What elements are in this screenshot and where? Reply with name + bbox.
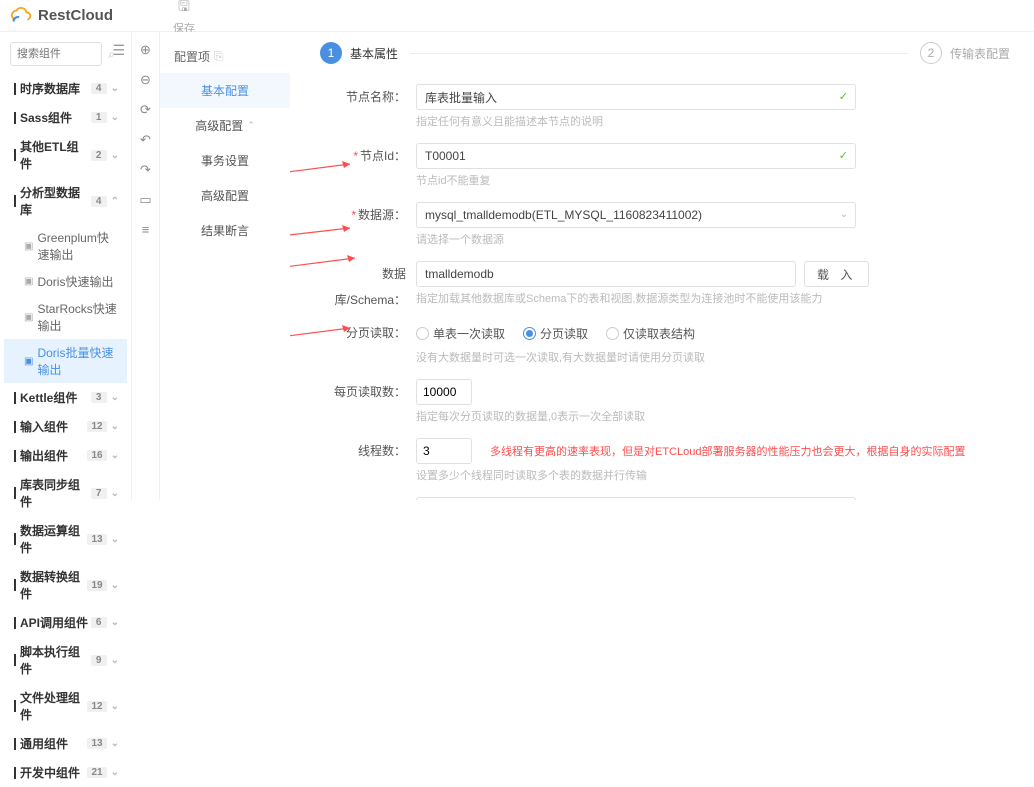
header-bar: RestCloud 🖫 保存 bbox=[0, 0, 1034, 32]
label-node-id: *节点Id： bbox=[320, 143, 416, 169]
check-icon: ✓ bbox=[839, 90, 848, 103]
label-datasource: *数据源： bbox=[320, 202, 416, 228]
node-name-input[interactable] bbox=[416, 84, 856, 110]
sidebar-cat-sass[interactable]: Sass组件1⌄ bbox=[4, 103, 127, 132]
copy-icon[interactable]: ⎘ bbox=[214, 49, 224, 64]
sidebar: ☰ ⌕ 时序数据库4⌄ Sass组件1⌄ 其他ETL组件2⌄ 分析型数据库4⌃ … bbox=[0, 32, 132, 500]
chevron-up-icon: ⌃ bbox=[111, 196, 119, 207]
sidebar-item-greenplum[interactable]: ▣Greenplum快速输出 bbox=[4, 224, 127, 268]
save-button[interactable]: 🖫 保存 bbox=[173, 0, 195, 36]
more-icon[interactable]: ≡ bbox=[142, 222, 150, 237]
logo-text: RestCloud bbox=[38, 7, 113, 24]
sidebar-cat-transform[interactable]: 数据转换组件19⌄ bbox=[4, 562, 127, 608]
chevron-up-icon: ⌃ bbox=[247, 120, 255, 131]
content-panel: 1基本属性 2传输表配置 节点名称： ✓ 指定任何有意义且能描述本节点的说明 *节点… bbox=[290, 32, 1034, 500]
search-input[interactable] bbox=[10, 42, 102, 66]
tool-column: ⊕ ⊖ ⟳ ↶ ↷ ▭ ≡ bbox=[132, 32, 160, 500]
node-icon: ▣ bbox=[24, 356, 33, 367]
sidebar-cat-input[interactable]: 输入组件12⌄ bbox=[4, 412, 127, 441]
label-threads: 线程数： bbox=[320, 438, 416, 464]
schema-input[interactable] bbox=[416, 261, 796, 287]
sidebar-cat-analytics[interactable]: 分析型数据库4⌃ bbox=[4, 178, 127, 224]
fit-icon[interactable]: ⟳ bbox=[140, 102, 151, 118]
radio-single[interactable]: 单表一次读取 bbox=[416, 325, 505, 342]
sidebar-cat-api[interactable]: API调用组件6⌄ bbox=[4, 608, 127, 637]
sidebar-cat-kettle[interactable]: Kettle组件3⌄ bbox=[4, 383, 127, 412]
zoom-in-icon[interactable]: ⊕ bbox=[140, 42, 151, 58]
redo-icon[interactable]: ↷ bbox=[140, 162, 151, 178]
label-schema: 数据库/Schema： bbox=[320, 261, 416, 313]
hint-node-name: 指定任何有意义且能描述本节点的说明 bbox=[416, 113, 1010, 129]
check-icon: ✓ bbox=[839, 149, 848, 162]
node-icon: ▣ bbox=[24, 276, 33, 287]
sidebar-cat-common[interactable]: 通用组件13⌄ bbox=[4, 729, 127, 758]
sidebar-item-doris[interactable]: ▣Doris快速输出 bbox=[4, 268, 127, 295]
thread-warning: 多线程有更高的速率表现，但是对ETCLoud部署服务器的性能压力也会更大，根据自… bbox=[490, 443, 965, 459]
config-item-transaction[interactable]: 事务设置 bbox=[160, 143, 290, 178]
chevron-down-icon: ⌄ bbox=[840, 209, 848, 220]
datasource-select[interactable] bbox=[416, 202, 856, 228]
hint-node-id: 节点id不能重复 bbox=[416, 172, 1010, 188]
search-icon[interactable]: ⌕ bbox=[108, 47, 115, 62]
node-icon: ▣ bbox=[24, 312, 33, 323]
sidebar-cat-dev[interactable]: 开发中组件21⌄ bbox=[4, 758, 127, 787]
config-item-basic[interactable]: 基本配置 bbox=[160, 73, 290, 108]
config-item-assert[interactable]: 结果断言 bbox=[160, 213, 290, 248]
node-icon: ▣ bbox=[24, 241, 33, 252]
sidebar-cat-etl[interactable]: 其他ETL组件2⌄ bbox=[4, 132, 127, 178]
radio-paging[interactable]: 分页读取 bbox=[523, 325, 588, 342]
zoom-out-icon[interactable]: ⊖ bbox=[140, 72, 151, 88]
step-2[interactable]: 2传输表配置 bbox=[920, 42, 1010, 64]
sidebar-cat-calc[interactable]: 数据运算组件13⌄ bbox=[4, 516, 127, 562]
step-connector bbox=[410, 53, 908, 54]
config-title: 配置项⎘ bbox=[160, 40, 290, 73]
label-node-name: 节点名称： bbox=[320, 84, 416, 110]
config-item-advanced[interactable]: 高级配置⌃ bbox=[160, 108, 290, 143]
node-id-input[interactable] bbox=[416, 143, 856, 169]
save-icon: 🖫 bbox=[178, 0, 190, 20]
logo: RestCloud bbox=[10, 5, 113, 27]
radio-structure[interactable]: 仅读取表结构 bbox=[606, 325, 695, 342]
label-paging: 分页读取： bbox=[320, 320, 416, 346]
hint-schema: 指定加载其他数据库或Schema下的表和视图,数据源类型为连接池时不能使用该能力 bbox=[416, 290, 1010, 306]
chevron-down-icon: ⌄ bbox=[111, 112, 119, 123]
sidebar-cat-script[interactable]: 脚本执行组件9⌄ bbox=[4, 637, 127, 683]
steps: 1基本属性 2传输表配置 bbox=[320, 42, 1010, 64]
hint-paging: 没有大数据量时可选一次读取,有大数据量时请使用分页读取 bbox=[416, 349, 1010, 365]
sidebar-item-starrocks[interactable]: ▣StarRocks快速输出 bbox=[4, 295, 127, 339]
sidebar-cat-timeseries[interactable]: 时序数据库4⌄ bbox=[4, 74, 127, 103]
config-item-advanced2[interactable]: 高级配置 bbox=[160, 178, 290, 213]
threads-input[interactable] bbox=[416, 438, 472, 464]
sidebar-cat-sync[interactable]: 库表同步组件7⌄ bbox=[4, 470, 127, 516]
select-icon[interactable]: ▭ bbox=[139, 192, 151, 208]
sidebar-item-doris-batch[interactable]: ▣Doris批量快速输出 bbox=[4, 339, 127, 383]
load-button[interactable]: 载 入 bbox=[804, 261, 869, 287]
sidebar-cat-output[interactable]: 输出组件16⌄ bbox=[4, 441, 127, 470]
chevron-down-icon: ⌄ bbox=[111, 83, 119, 94]
config-sidebar: 配置项⎘ 基本配置 高级配置⌃ 事务设置 高级配置 结果断言 bbox=[160, 32, 290, 500]
per-page-input[interactable] bbox=[416, 379, 472, 405]
hint-per-page: 指定每次分页读取的数据量,0表示一次全部读取 bbox=[416, 408, 1010, 424]
undo-icon[interactable]: ↶ bbox=[140, 132, 151, 148]
label-per-page: 每页读取数： bbox=[320, 379, 416, 405]
hint-datasource: 请选择一个数据源 bbox=[416, 231, 1010, 247]
cloud-icon bbox=[10, 5, 32, 27]
sidebar-cat-file[interactable]: 文件处理组件12⌄ bbox=[4, 683, 127, 729]
hint-threads: 设置多少个线程同时读取多个表的数据并行传输 bbox=[416, 467, 1010, 483]
step-1[interactable]: 1基本属性 bbox=[320, 42, 398, 64]
chevron-down-icon: ⌄ bbox=[111, 150, 119, 161]
